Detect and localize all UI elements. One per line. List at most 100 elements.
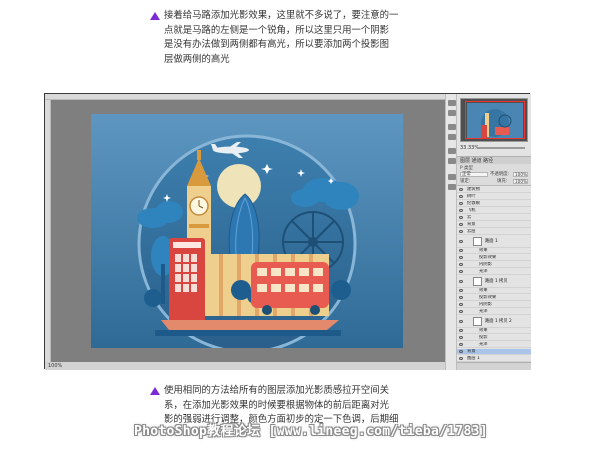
layer-name: 光泽 <box>479 269 488 274</box>
layer-row[interactable]: 建筑物 <box>457 187 531 193</box>
layer-row[interactable]: 路面 1 拷贝 <box>457 276 531 288</box>
blend-mode-select[interactable]: 正常 <box>460 172 488 177</box>
layer-name: 路面 1 拷贝 <box>485 279 508 284</box>
visibility-eye-icon[interactable] <box>459 256 463 259</box>
phone-booth <box>169 238 205 328</box>
layer-name: 效果 <box>479 328 488 333</box>
layer-name: 效果 <box>479 248 488 253</box>
layer-row[interactable]: 效果 <box>457 288 531 294</box>
artwork-canvas[interactable] <box>91 114 403 348</box>
visibility-eye-icon[interactable] <box>459 296 463 299</box>
layer-row[interactable]: 路面 1 <box>457 236 531 248</box>
layer-name: 内阴影 <box>479 262 492 267</box>
layer-row[interactable]: 树叶 <box>457 194 531 200</box>
layer-row[interactable]: 飞机 <box>457 208 531 214</box>
fill-input[interactable]: 100% <box>513 179 528 184</box>
visibility-eye-icon[interactable] <box>459 195 463 198</box>
visibility-eye-icon[interactable] <box>459 202 463 205</box>
visibility-eye-icon[interactable] <box>459 303 463 306</box>
styles-icon[interactable] <box>448 158 456 164</box>
layer-name: 建筑物 <box>467 187 480 192</box>
opacity-input[interactable]: 100% <box>513 172 528 177</box>
opacity-label: 不透明度: <box>490 172 510 177</box>
visibility-eye-icon[interactable] <box>459 270 463 273</box>
paragraph-icon[interactable] <box>448 184 456 190</box>
layer-row[interactable]: 投影效果 <box>457 295 531 301</box>
layer-row[interactable]: 效果 <box>457 248 531 254</box>
layer-name: 效果 <box>479 288 488 293</box>
opacity-value: 100% <box>515 172 527 177</box>
visibility-eye-icon[interactable] <box>459 289 463 292</box>
visibility-eye-icon[interactable] <box>459 230 463 233</box>
visibility-eye-icon[interactable] <box>459 263 463 266</box>
info-icon[interactable] <box>448 110 456 116</box>
visibility-eye-icon[interactable] <box>459 329 463 332</box>
top-note: 接着给马路添加光影效果，这里就不多说了，要注意的一 点就是马路的左侧是一个锐角，… <box>150 9 426 67</box>
bottom-note-line: 系，在添加光影效果的时候要根据物体的前后距离对光 <box>164 399 390 411</box>
visibility-eye-icon[interactable] <box>459 350 463 353</box>
layer-name: 投影 <box>479 335 488 340</box>
layer-name: 投影效果 <box>479 295 497 300</box>
layer-row[interactable]: 伦敦眼 <box>457 201 531 207</box>
history-icon[interactable] <box>448 100 456 106</box>
layer-row[interactable]: 路面 1 拷贝 2 <box>457 316 531 328</box>
fill-label: 填充: <box>497 179 508 184</box>
watermark: PhotoShop教程论坛 [www.lineeg.com/tieba/1783… <box>134 424 488 439</box>
blend-mode-value: 正常 <box>462 172 471 177</box>
character-icon[interactable] <box>448 174 456 180</box>
layer-name: 路面 1 <box>485 239 498 244</box>
road <box>161 320 339 330</box>
layer-row[interactable]: 光泽 <box>457 269 531 275</box>
status-zoom[interactable]: 100% <box>48 363 62 369</box>
visibility-eye-icon[interactable] <box>459 357 463 360</box>
visibility-eye-icon[interactable] <box>459 216 463 219</box>
layer-thumbnail <box>473 277 482 286</box>
layer-row[interactable]: 云 <box>457 215 531 221</box>
layers-bottom-bar[interactable] <box>457 362 531 370</box>
visibility-eye-icon[interactable] <box>459 240 463 243</box>
clone-icon[interactable] <box>448 134 456 140</box>
brush-icon[interactable] <box>448 124 456 130</box>
adjust-icon[interactable] <box>448 148 456 154</box>
canvas-area[interactable] <box>51 100 445 362</box>
visibility-eye-icon[interactable] <box>459 343 463 346</box>
navigator-view-frame[interactable] <box>465 101 525 139</box>
layer-name: 内阴影 <box>479 302 492 307</box>
layer-row[interactable]: 效果 <box>457 328 531 334</box>
layer-name: 伦敦眼 <box>467 201 480 206</box>
layers-options: P 类型 正常 不透明度: 100% 锁定: 填充: 100% <box>457 164 531 186</box>
visibility-eye-icon[interactable] <box>459 188 463 191</box>
layer-row[interactable]: 内阴影 <box>457 302 531 308</box>
visibility-eye-icon[interactable] <box>459 280 463 283</box>
layer-thumbnail <box>473 237 482 246</box>
visibility-eye-icon[interactable] <box>459 320 463 323</box>
visibility-eye-icon[interactable] <box>459 209 463 212</box>
layer-row[interactable]: 云层 <box>457 229 531 235</box>
layer-filter[interactable]: P 类型 <box>460 166 473 171</box>
fill-value: 100% <box>515 179 527 184</box>
visibility-eye-icon[interactable] <box>459 249 463 252</box>
layer-row[interactable]: 投影效果 <box>457 255 531 261</box>
navigator-zoom-slider[interactable] <box>479 147 525 149</box>
navigator-preview[interactable] <box>460 98 528 142</box>
layer-row[interactable]: 内阴影 <box>457 262 531 268</box>
layer-row[interactable]: 投影 <box>457 335 531 341</box>
visibility-eye-icon[interactable] <box>459 310 463 313</box>
top-note-line: 层做两侧的高光 <box>164 53 230 65</box>
layer-row[interactable]: 光泽 <box>457 342 531 348</box>
visibility-eye-icon[interactable] <box>459 223 463 226</box>
layer-row[interactable]: 光泽 <box>457 309 531 315</box>
layer-row[interactable]: 背景 <box>457 349 531 355</box>
layer-name: 飞机 <box>467 208 476 213</box>
top-note-line: 是没有办法做到两侧都有高光，所以要添加两个投影图 <box>164 39 390 51</box>
right-panel: 33.33% 图层 通道 路径 P 类型 正常 不透明度: 100% 锁定: 填… <box>457 94 531 370</box>
bullet-triangle-icon <box>150 12 160 20</box>
layers-panel-tabs[interactable]: 图层 通道 路径 <box>457 156 531 164</box>
layer-name: 光泽 <box>479 309 488 314</box>
layer-name: 路面 1 拷贝 2 <box>485 319 512 324</box>
visibility-eye-icon[interactable] <box>459 336 463 339</box>
layer-name: 背景 <box>467 349 476 354</box>
layer-name: 云层 <box>467 229 476 234</box>
layer-row[interactable]: 背景 <box>457 222 531 228</box>
bottom-note-line: 使用相同的方法给所有的图层添加光影质感拉开空间关 <box>164 385 390 396</box>
